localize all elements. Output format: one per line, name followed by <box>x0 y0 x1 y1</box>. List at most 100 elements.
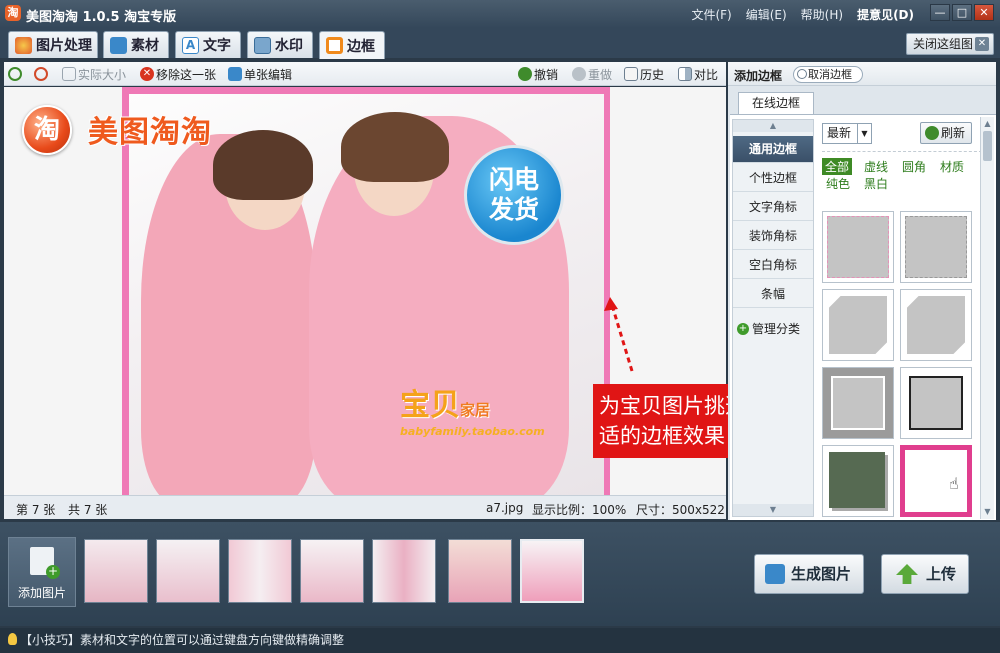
filter-dashed[interactable]: 虚线 <box>864 158 888 175</box>
border-thumbnail[interactable] <box>822 445 894 517</box>
tab-text[interactable]: A 文字 <box>175 31 241 58</box>
manage-categories-button[interactable]: + 管理分类 <box>737 320 800 337</box>
category-item[interactable]: 空白角标 <box>733 252 813 279</box>
actual-size-button[interactable]: 实际大小 <box>62 66 126 82</box>
border-thumbnail[interactable] <box>900 367 972 439</box>
thumbnail-preview <box>905 216 967 278</box>
photo-strip: 添加图片 生成图片 上传 <box>0 522 1000 626</box>
library-scrollbar[interactable]: ▲ ▼ <box>980 117 994 519</box>
add-photo-label: 添加图片 <box>17 586 66 600</box>
shop-url: babyfamily.taobao.com <box>400 425 545 438</box>
border-thumbnail[interactable] <box>822 211 894 283</box>
menu-edit[interactable]: 编辑(E) <box>746 6 787 23</box>
border-panel-title: 添加边框 <box>734 69 783 83</box>
photo-thumbnail[interactable] <box>84 539 148 603</box>
minimize-button[interactable]: — <box>930 4 950 21</box>
scroll-down-icon[interactable]: ▼ <box>981 505 994 518</box>
cursor-icon: ☝ <box>949 474 959 493</box>
filter-solid[interactable]: 纯色 <box>826 175 850 192</box>
zoom-out-button[interactable] <box>34 66 48 82</box>
menu-help[interactable]: 帮助(H) <box>801 6 843 23</box>
remove-one-button[interactable]: ✕ 移除这一张 <box>140 66 216 82</box>
actual-size-icon <box>62 67 76 81</box>
photo-thumbnail[interactable] <box>156 539 220 603</box>
cancel-border-button[interactable]: 取消边框 <box>793 66 863 83</box>
border-thumbnail[interactable] <box>822 289 894 361</box>
history-button[interactable]: 历史 <box>624 66 664 82</box>
photo-thumbnail[interactable] <box>300 539 364 603</box>
history-label: 历史 <box>640 67 665 82</box>
chevron-down-icon: ▼ <box>857 124 871 143</box>
category-item[interactable]: 条幅 <box>733 281 813 308</box>
history-icon <box>624 67 638 81</box>
generate-image-button[interactable]: 生成图片 <box>754 554 864 594</box>
border-thumbnail[interactable] <box>900 211 972 283</box>
upload-button[interactable]: 上传 <box>881 554 969 594</box>
undo-button[interactable]: 撤销 <box>518 66 558 82</box>
menu-feedback[interactable]: 提意见(D) <box>857 6 914 23</box>
tab-image-processing[interactable]: 图片处理 <box>8 31 98 58</box>
tip-text: 【小技巧】素材和文字的位置可以通过键盘方向键做精确调整 <box>20 633 345 647</box>
menu-file[interactable]: 文件(F) <box>691 6 731 23</box>
tab-border[interactable]: 边框 <box>319 31 385 59</box>
title-bar: 淘 美图淘淘 1.0.5 淘宝专版 文件(F) 编辑(E) 帮助(H) 提意见(… <box>0 0 1000 28</box>
border-library: ▲ 通用边框 个性边框 文字角标 装饰角标 空白角标 条幅 + 管理分类 ▼ 最… <box>730 114 996 520</box>
tab-watermark[interactable]: 水印 <box>247 31 313 58</box>
close-window-button[interactable]: ✕ <box>974 4 994 21</box>
add-photo-button[interactable]: 添加图片 <box>8 537 76 607</box>
scroll-thumb[interactable] <box>983 131 992 161</box>
scroll-up-icon[interactable]: ▲ <box>981 117 994 130</box>
brand-logo-text: 美图淘淘 <box>88 115 212 150</box>
border-panel: 添加边框 取消边框 在线边框 ▲ 通用边框 个性边框 文字角标 装饰角标 空白角… <box>728 62 996 520</box>
photo-thumbnail[interactable] <box>448 539 512 603</box>
category-item[interactable]: 通用边框 <box>733 136 813 163</box>
frame-icon <box>326 37 343 54</box>
refresh-icon <box>925 126 939 140</box>
border-thumbnail[interactable] <box>900 289 972 361</box>
filter-bw[interactable]: 黑白 <box>864 175 888 192</box>
tip-bar: 【小技巧】素材和文字的位置可以通过键盘方向键做精确调整 <box>0 628 1000 653</box>
zoom-in-icon <box>8 67 22 81</box>
filter-texture[interactable]: 材质 <box>940 158 964 175</box>
photo-thumbnail-active[interactable] <box>520 539 584 603</box>
category-item[interactable]: 个性边框 <box>733 165 813 192</box>
sort-select[interactable]: 最新 ▼ <box>822 123 872 144</box>
compare-label: 对比 <box>694 67 719 82</box>
category-item[interactable]: 文字角标 <box>733 194 813 221</box>
category-scroll-down-icon[interactable]: ▼ <box>733 504 813 516</box>
thumbnail-preview <box>827 216 889 278</box>
app-title: 美图淘淘 1.0.5 淘宝专版 <box>26 10 177 25</box>
tab-material[interactable]: 素材 <box>103 31 169 58</box>
badge-line-2: 发货 <box>488 195 539 224</box>
pointer-arrow-icon <box>604 297 634 372</box>
close-group-button[interactable]: 关闭这组图 ✕ <box>906 33 994 55</box>
watermark-icon <box>254 36 271 54</box>
shop-name-suffix: 家居 <box>460 401 491 419</box>
compare-button[interactable]: 对比 <box>678 66 718 82</box>
filter-all[interactable]: 全部 <box>822 158 853 175</box>
border-thumbnail-selected[interactable]: ☝ <box>900 445 972 517</box>
category-scroll-up-icon[interactable]: ▲ <box>733 120 813 132</box>
current-index: 第 7 张 <box>16 503 56 517</box>
filter-rounded[interactable]: 圆角 <box>902 158 926 175</box>
editor-toolbar: 实际大小 ✕ 移除这一张 单张编辑 撤销 重做 历史 对比 <box>4 62 726 86</box>
close-icon: ✕ <box>975 37 989 51</box>
photo-thumbnail[interactable] <box>228 539 292 603</box>
upload-icon <box>896 564 918 584</box>
thumbnail-preview <box>829 296 887 354</box>
category-item[interactable]: 装饰角标 <box>733 223 813 250</box>
refresh-button[interactable]: 刷新 <box>920 122 972 144</box>
upload-label: 上传 <box>926 565 957 583</box>
maximize-button[interactable]: □ <box>952 4 972 21</box>
generate-icon <box>765 564 785 584</box>
image-size: 尺寸：500x522 <box>636 503 725 517</box>
photo-thumbnail[interactable] <box>372 539 436 603</box>
undo-label: 撤销 <box>534 67 559 82</box>
single-edit-button[interactable]: 单张编辑 <box>228 66 292 82</box>
tab-label: 图片处理 <box>36 38 92 54</box>
zoom-in-button[interactable] <box>8 66 22 82</box>
redo-button[interactable]: 重做 <box>572 66 612 82</box>
category-list: ▲ 通用边框 个性边框 文字角标 装饰角标 空白角标 条幅 + 管理分类 ▼ <box>732 119 814 517</box>
tab-online-borders[interactable]: 在线边框 <box>738 92 814 114</box>
border-thumbnail[interactable] <box>822 367 894 439</box>
